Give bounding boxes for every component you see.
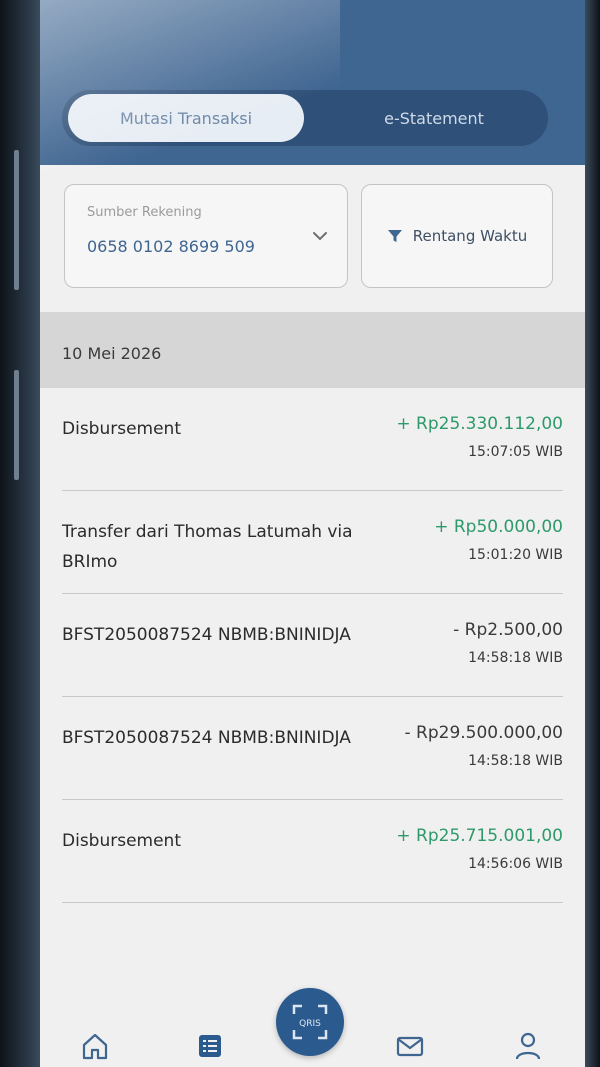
transaction-row[interactable]: Disbursement + Rp25.330.112,00 15:07:05 …	[62, 388, 563, 491]
qris-label: QRIS	[299, 1019, 321, 1029]
date-group-header: 10 Mei 2026	[40, 312, 585, 388]
chevron-down-icon	[313, 232, 327, 241]
mail-icon[interactable]	[395, 1031, 425, 1061]
app-header: Mutasi Transaksi e-Statement	[40, 0, 585, 165]
transaction-time: 15:01:20 WIB	[468, 547, 563, 563]
transaction-row[interactable]: Transfer dari Thomas Latumah via BRImo +…	[62, 491, 563, 594]
transaction-row[interactable]: BFST2050087524 NBMB:BNINIDJA - Rp2.500,0…	[62, 594, 563, 697]
source-account-label: Sumber Rekening	[87, 205, 202, 220]
tab-e-statement[interactable]: e-Statement	[324, 94, 544, 142]
transaction-time: 14:58:18 WIB	[468, 650, 563, 666]
phone-side-button	[14, 370, 19, 480]
source-account-select[interactable]: Sumber Rekening 0658 0102 8699 509	[64, 184, 348, 288]
home-icon[interactable]	[80, 1031, 110, 1061]
date-group-label: 10 Mei 2026	[62, 344, 162, 363]
transaction-title: Disbursement	[62, 419, 181, 439]
transaction-time: 15:07:05 WIB	[468, 444, 563, 460]
time-range-label: Rentang Waktu	[412, 227, 528, 245]
phone-bezel-right	[585, 0, 600, 1067]
transaction-amount: + Rp50.000,00	[434, 517, 563, 537]
transaction-amount: - Rp29.500.000,00	[404, 723, 563, 743]
transaction-row[interactable]: BFST2050087524 NBMB:BNINIDJA - Rp29.500.…	[62, 697, 563, 800]
phone-bezel-left	[0, 0, 40, 1067]
qris-icon: QRIS	[292, 1004, 328, 1040]
app-screen: Mutasi Transaksi e-Statement Sumber Reke…	[40, 0, 585, 1067]
profile-icon[interactable]	[513, 1031, 543, 1061]
transaction-amount: + Rp25.330.112,00	[396, 414, 563, 434]
time-range-button[interactable]: Rentang Waktu	[361, 184, 553, 288]
transaction-time: 14:56:06 WIB	[468, 856, 563, 872]
tab-mutasi-transaksi[interactable]: Mutasi Transaksi	[68, 94, 304, 142]
transaction-title: Disbursement	[62, 831, 181, 851]
transaction-amount: + Rp25.715.001,00	[396, 826, 563, 846]
transaction-title: BFST2050087524 NBMB:BNINIDJA	[62, 625, 351, 645]
transaction-list: Disbursement + Rp25.330.112,00 15:07:05 …	[40, 388, 585, 903]
filter-icon	[387, 230, 402, 242]
transaction-time: 14:58:18 WIB	[468, 753, 563, 769]
transaction-title: BFST2050087524 NBMB:BNINIDJA	[62, 728, 351, 748]
source-account-value: 0658 0102 8699 509	[87, 237, 255, 256]
transaction-title: Transfer dari Thomas Latumah via BRImo	[62, 522, 353, 572]
list-icon[interactable]	[195, 1031, 225, 1061]
qris-button[interactable]: QRIS	[276, 988, 344, 1056]
transaction-amount: - Rp2.500,00	[453, 620, 563, 640]
transaction-row[interactable]: Disbursement + Rp25.715.001,00 14:56:06 …	[62, 800, 563, 903]
phone-side-button	[14, 150, 19, 290]
tab-bar: Mutasi Transaksi e-Statement	[62, 90, 548, 146]
